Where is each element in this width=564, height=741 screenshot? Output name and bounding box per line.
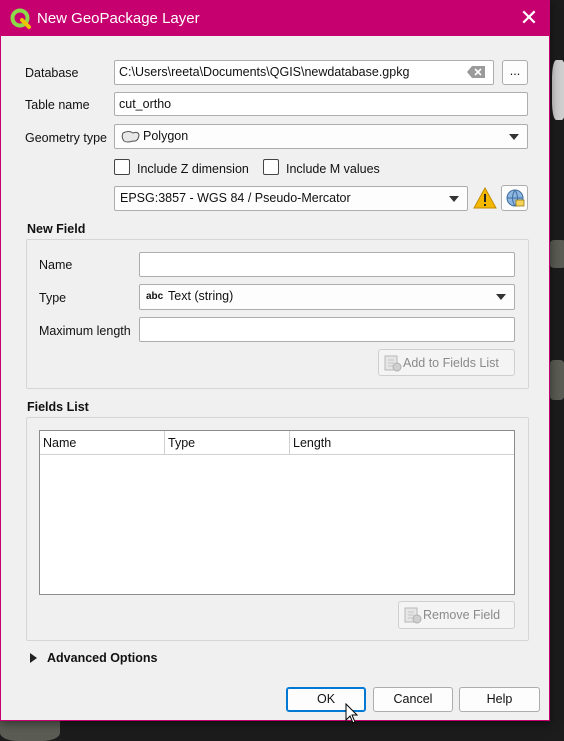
mouse-cursor-icon <box>345 703 359 724</box>
include-z-label: Include Z dimension <box>137 162 249 176</box>
chevron-down-icon <box>509 134 519 140</box>
field-type-label: Type <box>39 291 67 305</box>
warning-icon <box>473 187 497 209</box>
field-type-value: Text (string) <box>168 289 234 303</box>
close-icon: ✕ <box>519 5 539 30</box>
new-field-group-title: New Field <box>27 222 86 236</box>
field-name-input[interactable] <box>139 252 515 277</box>
table-name-value: cut_ortho <box>119 97 172 111</box>
include-z-checkbox[interactable] <box>114 159 130 175</box>
select-crs-button[interactable] <box>501 185 528 211</box>
new-geopackage-layer-dialog: New GeoPackage Layer ✕ Database C:\Users… <box>0 0 550 721</box>
remove-field-button[interactable]: Remove Field <box>398 601 515 629</box>
field-type-combo[interactable]: abc Text (string) <box>139 284 515 310</box>
cancel-button[interactable]: Cancel <box>373 687 453 712</box>
chevron-right-icon <box>30 653 37 663</box>
add-to-fields-list-button[interactable]: Add to Fields List <box>378 349 515 376</box>
include-m-label: Include M values <box>286 162 380 176</box>
max-length-label: Maximum length <box>39 324 131 338</box>
table-name-label: Table name <box>25 98 90 112</box>
help-button[interactable]: Help <box>459 687 540 712</box>
title-bar: New GeoPackage Layer ✕ <box>1 1 549 36</box>
max-length-input[interactable] <box>139 317 515 342</box>
database-path-value: C:\Users\reeta\Documents\QGIS\newdatabas… <box>119 65 410 79</box>
fields-table[interactable]: Name Type Length <box>39 430 515 595</box>
table-name-input[interactable]: cut_ortho <box>114 92 528 116</box>
map-background-fragment <box>548 240 564 268</box>
qgis-logo-icon <box>10 8 31 29</box>
chevron-down-icon <box>449 196 459 202</box>
clear-field-icon[interactable] <box>467 66 485 78</box>
text-type-icon: abc <box>146 291 164 302</box>
crs-value: EPSG:3857 - WGS 84 / Pseudo-Mercator <box>120 191 351 205</box>
chevron-down-icon <box>496 294 506 300</box>
field-name-label: Name <box>39 258 73 272</box>
remove-field-label: Remove Field <box>423 608 501 622</box>
include-m-checkbox[interactable] <box>263 159 279 175</box>
map-background-fragment <box>548 360 564 400</box>
fields-list-group-title: Fields List <box>27 400 89 414</box>
advanced-options-toggle[interactable]: Advanced Options <box>29 650 179 668</box>
fields-table-header: Name Type Length <box>40 431 514 455</box>
map-background-fragment <box>552 60 564 120</box>
add-field-icon <box>384 355 402 372</box>
geometry-type-combo[interactable]: Polygon <box>114 124 528 149</box>
geometry-type-label: Geometry type <box>25 131 107 145</box>
column-header-length[interactable]: Length <box>290 431 514 454</box>
close-button[interactable]: ✕ <box>509 1 549 36</box>
column-header-name[interactable]: Name <box>40 431 165 454</box>
column-header-type[interactable]: Type <box>165 431 290 454</box>
advanced-options-label: Advanced Options <box>47 651 158 665</box>
globe-icon <box>506 189 525 207</box>
crs-combo[interactable]: EPSG:3857 - WGS 84 / Pseudo-Mercator <box>114 186 468 211</box>
database-label: Database <box>25 66 79 80</box>
database-path-input[interactable]: C:\Users\reeta\Documents\QGIS\newdatabas… <box>114 60 494 85</box>
geometry-type-value: Polygon <box>143 129 189 143</box>
browse-button[interactable]: ... <box>502 60 528 85</box>
polygon-icon <box>121 131 140 143</box>
remove-field-icon <box>404 607 422 624</box>
window-title: New GeoPackage Layer <box>37 10 200 27</box>
add-to-fields-list-label: Add to Fields List <box>403 356 499 370</box>
